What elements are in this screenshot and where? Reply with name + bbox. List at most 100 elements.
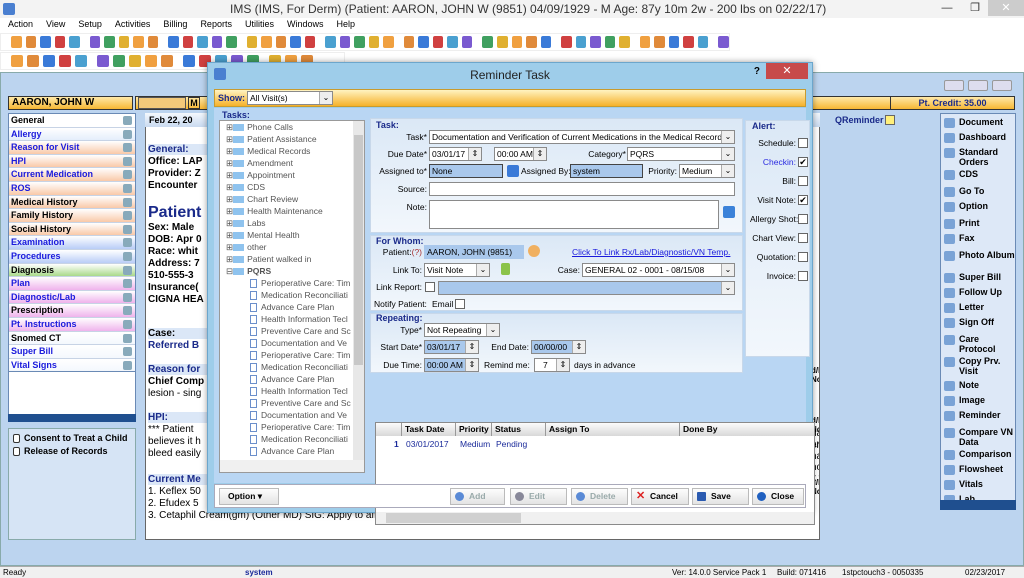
grid-header-index[interactable] [376,423,402,436]
task-folder[interactable]: ⊞ Patient Assistance [220,133,364,145]
patient-help[interactable]: (?) [412,247,422,257]
remind-days-field[interactable]: 7 ⇕ [534,358,570,372]
edit-note-icon[interactable] [123,143,132,153]
task-folder[interactable]: ⊞ Amendment [220,157,364,169]
link-report-checkbox[interactable] [425,282,435,292]
task-template-item[interactable]: Documentation and Ve [220,337,364,349]
action-reminder[interactable]: Reminder [941,410,1015,421]
expand-icon[interactable]: ⊞ [226,122,233,132]
toolbar-icon[interactable] [261,36,272,48]
cancel-button[interactable]: ✕ Cancel [631,488,689,505]
tree-hscrollbar[interactable] [220,460,364,472]
toolbar-icon[interactable] [40,36,51,48]
action-comparison[interactable]: Comparison [941,449,1015,460]
note-date[interactable]: Feb 22, 20 [149,115,193,125]
comment-icon[interactable] [723,206,735,218]
menu-utilities[interactable]: Utilities [245,18,274,30]
task-template-item[interactable]: Medication Reconciliati [220,361,364,373]
toolbar-icon[interactable] [75,55,87,67]
grid-scroll-thumb[interactable] [386,513,521,523]
tree-scroll-thumb[interactable] [354,135,363,365]
menu-windows[interactable]: Windows [287,18,324,30]
spinner-icon[interactable]: ⇕ [533,148,546,160]
task-tree[interactable]: ⊞ Phone Calls ⊞ Patient Assistance ⊞ Medical … [219,120,365,473]
toolbar-icon[interactable] [325,36,336,48]
toolbar-icon[interactable] [54,36,66,48]
add-button[interactable]: Add [450,488,505,505]
nav-section-procedures[interactable]: Procedures [9,249,135,264]
toolbar-icon[interactable] [275,36,287,48]
expand-icon[interactable]: ⊞ [226,158,233,168]
form-item[interactable]: Consent to Treat a Child [13,433,131,444]
task-folder[interactable]: ⊞ Labs [220,217,364,229]
task-folder[interactable]: ⊞ Mental Health [220,229,364,241]
edit-note-icon[interactable] [123,292,132,302]
menu-setup[interactable]: Setup [78,18,102,30]
action-vitals[interactable]: Vitals [941,479,1015,490]
task-template-item[interactable]: Health Information Tecl [220,313,364,325]
assigned-to-field[interactable]: None [429,164,503,178]
edit-note-icon[interactable] [123,238,132,248]
menu-billing[interactable]: Billing [163,18,187,30]
spinner-icon[interactable]: ⇕ [468,148,481,160]
action-photo-album[interactable]: Photo Album [941,250,1015,261]
toolbar-icon[interactable] [246,36,258,48]
action-fax[interactable]: Fax [941,233,1015,244]
show-select[interactable]: All Visit(s) ⌄ [247,91,333,105]
toolbar-icon[interactable] [129,55,141,67]
toolbar-icon[interactable] [113,55,125,67]
task-template-item[interactable]: Advance Care Plan [220,445,364,457]
task-folder[interactable]: ⊞ Health Maintenance [220,205,364,217]
child-minimize-button[interactable] [944,80,964,91]
edit-note-icon[interactable] [123,211,132,221]
edit-note-icon[interactable] [123,306,132,316]
grid-header-assign-to[interactable]: Assign To [546,423,680,436]
nav-section-super-bill[interactable]: Super Bill [9,345,135,359]
email-checkbox[interactable] [455,299,465,309]
nav-section-ros[interactable]: ROS [9,181,135,196]
edit-note-icon[interactable] [123,333,132,343]
alert-schedule-checkbox[interactable] [798,138,808,148]
toolbar-icon[interactable] [482,36,493,48]
edit-note-icon[interactable] [123,170,132,180]
toolbar-icon[interactable] [11,55,23,67]
action-go-to[interactable]: Go To [941,186,1015,197]
toolbar-icon[interactable] [697,36,709,48]
toolbar-icon[interactable] [511,36,523,48]
action-image[interactable]: Image [941,395,1015,406]
task-template-item[interactable]: Preventive Care and Sc [220,325,364,337]
toolbar-icon[interactable] [118,36,130,48]
select-user-icon[interactable] [507,165,519,177]
edit-note-icon[interactable] [123,183,132,193]
nav-section-medical-history[interactable]: Medical History [9,195,135,210]
toolbar-icon[interactable] [575,36,587,48]
toolbar-icon[interactable] [654,36,665,48]
toolbar-icon[interactable] [383,36,394,48]
edit-note-icon[interactable] [123,129,132,139]
action-note[interactable]: Note [941,380,1015,391]
alert-checkin-checkbox[interactable]: ✔ [798,157,808,167]
dialog-close-button[interactable]: ✕ [766,63,808,79]
toolbar-icon[interactable] [339,36,351,48]
action-option[interactable]: Option [941,201,1015,212]
toolbar-icon[interactable] [447,36,458,48]
grid-cell[interactable]: 1 [394,439,399,449]
expand-icon[interactable]: ⊞ [226,242,233,252]
edit-note-icon[interactable] [123,360,132,370]
restore-button[interactable]: ❐ [960,0,990,16]
task-folder[interactable]: ⊞ other [220,241,364,253]
spinner-icon[interactable]: ⇕ [572,341,585,353]
due-date-field[interactable]: 03/01/17 ⇕ [429,147,482,161]
toolbar-icon[interactable] [69,36,80,48]
task-folder[interactable]: ⊞ Patient walked in [220,253,364,265]
toolbar-icon[interactable] [168,36,179,48]
grid-cell[interactable]: Medium [460,439,490,449]
edit-note-icon[interactable] [123,224,132,234]
expand-icon[interactable]: ⊞ [226,182,233,192]
nav-section-diagnosis[interactable]: Diagnosis [9,263,135,278]
grid-header-task-date[interactable]: Task Date [402,423,456,436]
toolbar-icon[interactable] [104,36,115,48]
minimize-button[interactable]: — [932,0,962,16]
action-copy-prv-visit[interactable]: Copy Prv. Visit [941,356,1015,376]
expand-icon[interactable]: ⊞ [226,218,233,228]
